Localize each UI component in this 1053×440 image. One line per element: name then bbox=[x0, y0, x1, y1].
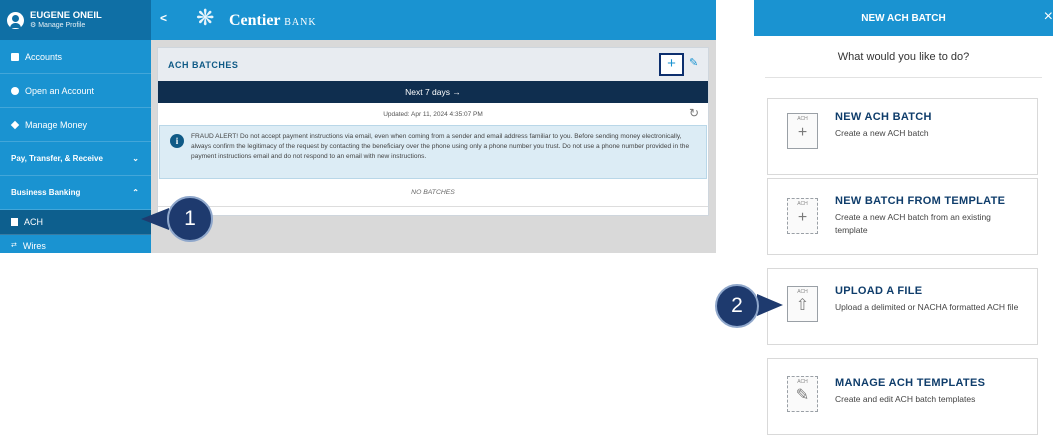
sidebar-item-label: Manage Money bbox=[25, 119, 88, 130]
sidebar-item-accounts[interactable]: Accounts bbox=[0, 40, 151, 74]
sidebar-item-ach[interactable]: ACH bbox=[0, 210, 151, 235]
callout-1-pointer bbox=[141, 208, 169, 230]
refresh-icon[interactable]: ↻ bbox=[689, 106, 699, 120]
manage-profile-link[interactable]: ⚙ Manage Profile bbox=[30, 21, 102, 30]
sidebar-item-label: Business Banking bbox=[11, 188, 81, 197]
option-title: MANAGE ACH TEMPLATES bbox=[835, 377, 986, 389]
edit-pencil-icon[interactable]: ✎ bbox=[689, 56, 698, 69]
card-header: ACH BATCHES + ✎ bbox=[158, 48, 708, 81]
chevron-up-icon: ⌃ bbox=[132, 188, 139, 197]
ach-template-plus-icon: ACH + bbox=[787, 198, 818, 234]
card-title: ACH BATCHES bbox=[168, 59, 239, 70]
top-bar: < ❋ Centier BANK bbox=[151, 0, 716, 40]
fraud-alert-text: FRAUD ALERT! Do not accept payment instr… bbox=[191, 133, 690, 160]
book-icon bbox=[11, 52, 19, 61]
logo-bank: BANK bbox=[284, 17, 317, 28]
pencil-icon: ✎ bbox=[795, 387, 810, 404]
close-icon[interactable]: × bbox=[1044, 8, 1053, 26]
panel-question: What would you like to do? bbox=[765, 36, 1042, 78]
sidebar-item-wires[interactable]: ⇄ Wires bbox=[0, 235, 151, 253]
callout-2: 2 bbox=[715, 284, 759, 328]
plus-icon: + bbox=[797, 124, 808, 141]
icon-label: ACH bbox=[797, 379, 808, 385]
date-range-selector[interactable]: Next 7 days → bbox=[158, 81, 708, 103]
centier-logo-icon: ❋ bbox=[196, 5, 215, 30]
icon-label: ACH bbox=[797, 116, 808, 122]
option-description: Create and edit ACH batch templates bbox=[835, 394, 976, 404]
sidebar-item-manage-money[interactable]: Manage Money bbox=[0, 108, 151, 142]
profile-name: EUGENE ONEIL bbox=[30, 10, 102, 21]
sidebar-item-label: Open an Account bbox=[25, 85, 95, 96]
option-description: Upload a delimited or NACHA formatted AC… bbox=[835, 302, 1019, 312]
info-icon: i bbox=[170, 134, 184, 148]
sidebar-item-open-account[interactable]: Open an Account bbox=[0, 74, 151, 108]
icon-label: ACH bbox=[797, 289, 808, 295]
callout-1: 1 bbox=[167, 196, 213, 242]
option-new-ach-batch[interactable]: ACH + NEW ACH BATCH Create a new ACH bat… bbox=[767, 98, 1038, 175]
ach-document-icon bbox=[11, 218, 18, 226]
upload-arrow-icon: ⇧ bbox=[795, 297, 810, 314]
updated-row: Updated: Apr 11, 2024 4:35:07 PM ↻ bbox=[158, 103, 708, 125]
money-icon bbox=[10, 120, 20, 129]
option-description: Create a new ACH batch from an existing … bbox=[835, 212, 991, 235]
ach-batches-card: ACH BATCHES + ✎ Next 7 days → Updated: A… bbox=[157, 47, 709, 216]
profile-header[interactable]: EUGENE ONEIL ⚙ Manage Profile bbox=[0, 0, 151, 40]
plus-icon: + bbox=[797, 209, 808, 226]
back-arrow-icon[interactable]: < bbox=[160, 11, 167, 25]
option-upload-a-file[interactable]: ACH ⇧ UPLOAD A FILE Upload a delimited o… bbox=[767, 268, 1038, 345]
user-avatar-icon bbox=[7, 11, 24, 29]
sidebar: EUGENE ONEIL ⚙ Manage Profile Accounts O… bbox=[0, 0, 151, 253]
chevron-down-icon: ⌄ bbox=[132, 154, 139, 163]
option-title: UPLOAD A FILE bbox=[835, 285, 923, 297]
panel-header: NEW ACH BATCH × bbox=[754, 0, 1053, 36]
sidebar-item-label: Pay, Transfer, & Receive bbox=[11, 154, 103, 163]
ach-plus-icon: ACH + bbox=[787, 113, 818, 149]
sidebar-item-label: Wires bbox=[22, 241, 46, 251]
ach-batches-screen: EUGENE ONEIL ⚙ Manage Profile Accounts O… bbox=[0, 0, 716, 253]
sidebar-item-business-banking[interactable]: Business Banking ⌃ bbox=[0, 176, 151, 210]
ach-upload-icon: ACH ⇧ bbox=[787, 286, 818, 322]
sidebar-item-label: Accounts bbox=[25, 51, 63, 62]
transfer-icon: ⇄ bbox=[11, 242, 17, 249]
option-manage-ach-templates[interactable]: ACH ✎ MANAGE ACH TEMPLATES Create and ed… bbox=[767, 358, 1038, 435]
sidebar-item-label: ACH bbox=[24, 217, 44, 227]
ach-template-edit-icon: ACH ✎ bbox=[787, 376, 818, 412]
option-new-batch-from-template[interactable]: ACH + NEW BATCH FROM TEMPLATE Create a n… bbox=[767, 178, 1038, 255]
plus-circle-icon bbox=[11, 86, 19, 95]
profile-text: EUGENE ONEIL ⚙ Manage Profile bbox=[30, 10, 102, 30]
bank-logo-text: Centier BANK bbox=[229, 12, 317, 30]
option-title: NEW BATCH FROM TEMPLATE bbox=[835, 195, 1006, 207]
updated-timestamp: Updated: Apr 11, 2024 4:35:07 PM bbox=[383, 110, 483, 118]
panel-title: NEW ACH BATCH bbox=[861, 12, 946, 24]
empty-state: NO BATCHES bbox=[158, 179, 708, 207]
fraud-alert-banner: i FRAUD ALERT! Do not accept payment ins… bbox=[159, 125, 707, 179]
option-title: NEW ACH BATCH bbox=[835, 111, 932, 123]
sidebar-item-pay-transfer[interactable]: Pay, Transfer, & Receive ⌄ bbox=[0, 142, 151, 176]
icon-label: ACH bbox=[797, 201, 808, 207]
option-description: Create a new ACH batch bbox=[835, 128, 929, 138]
add-batch-button[interactable]: + bbox=[659, 53, 684, 76]
callout-2-pointer bbox=[757, 294, 783, 316]
logo-name: Centier bbox=[229, 12, 281, 29]
